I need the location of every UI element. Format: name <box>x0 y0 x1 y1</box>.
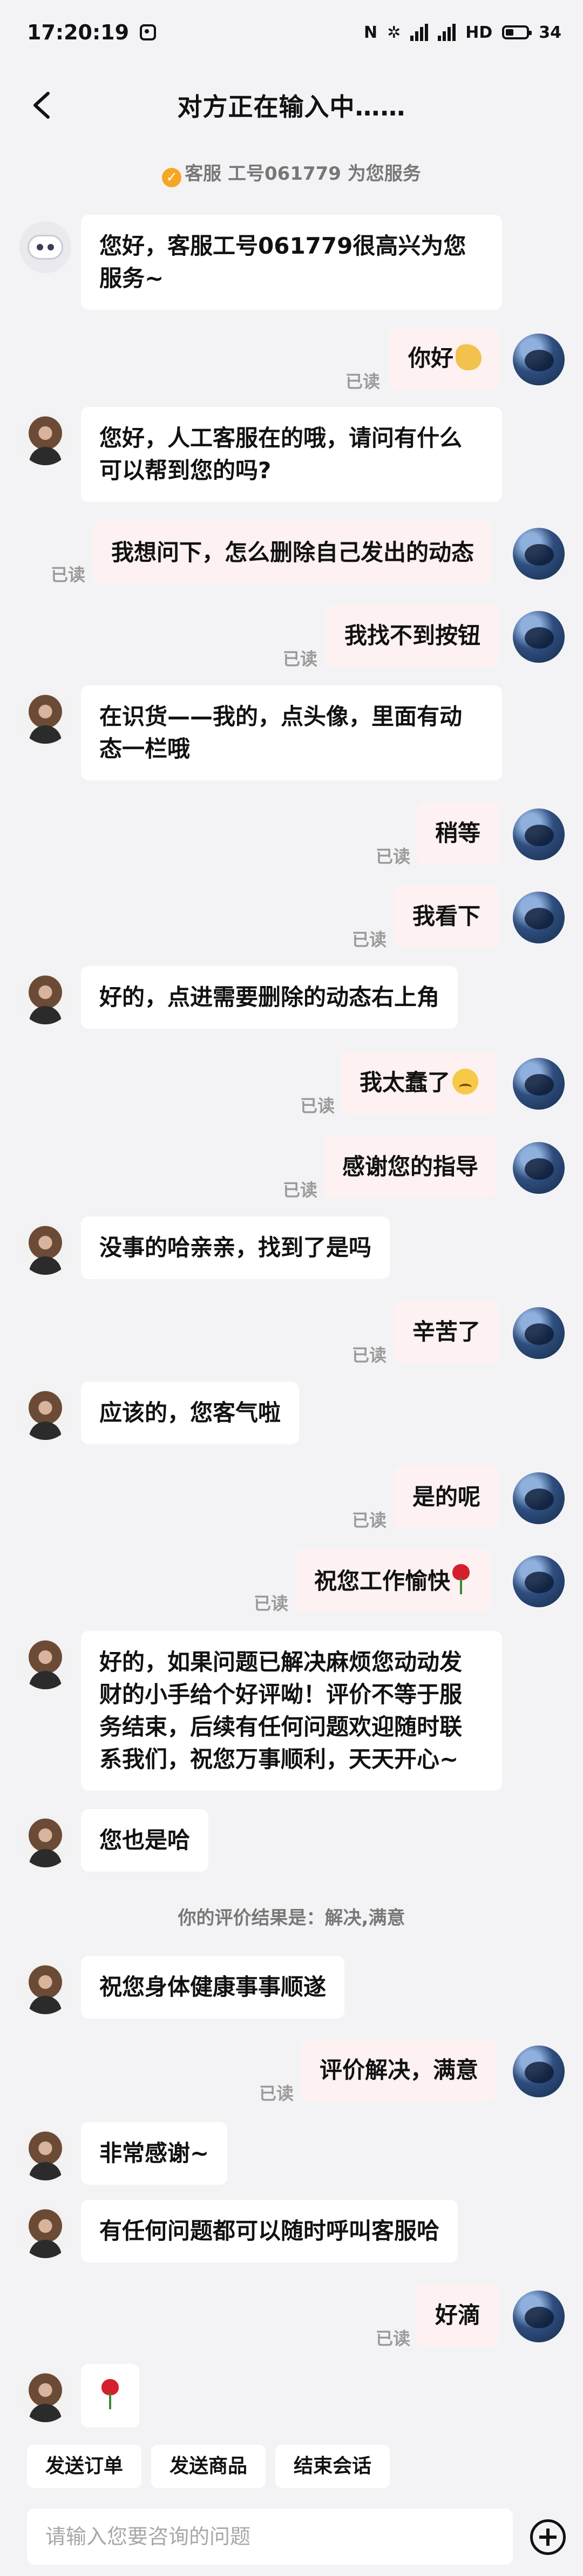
rose-emoji-icon <box>99 2379 121 2409</box>
read-status: 已读 <box>283 1180 318 1200</box>
evaluation-result: 你的评价结果是：解决,满意 <box>178 1907 405 1929</box>
check-icon: ✓ <box>162 168 182 187</box>
signal-icon <box>438 24 456 41</box>
read-status: 已读 <box>254 1593 289 1614</box>
user-avatar[interactable] <box>513 2045 565 2097</box>
user-avatar[interactable] <box>513 1472 565 1524</box>
read-status: 已读 <box>352 929 387 950</box>
nfc-icon: N <box>363 23 378 42</box>
read-status: 已读 <box>283 649 318 669</box>
read-status: 已读 <box>300 1096 335 1116</box>
chat-footer: 发送订单 发送商品 结束会话 <box>0 2429 583 2576</box>
user-avatar[interactable] <box>513 334 565 385</box>
message-bubble[interactable]: 是的呢 <box>394 1466 499 1528</box>
message-input[interactable] <box>27 2509 513 2565</box>
user-avatar[interactable] <box>513 892 565 943</box>
battery-level: 34 <box>539 23 561 42</box>
message-bubble[interactable]: 您好，客服工号061779很高兴为您服务~ <box>81 215 502 310</box>
message-bubble[interactable]: 你好 <box>390 327 500 390</box>
screen-recorder-icon <box>140 24 157 40</box>
sad-face-emoji-icon <box>452 1069 479 1095</box>
user-avatar[interactable] <box>513 1058 565 1110</box>
status-time: 17:20:19 <box>27 21 130 44</box>
message-bubble[interactable]: 好的，如果问题已解决麻烦您动动发财的小手给个好评呦！评价不等于服务结束，后续有任… <box>81 1631 502 1791</box>
message-bubble[interactable]: 我看下 <box>394 885 499 948</box>
message-bubble[interactable]: 辛苦了 <box>394 1301 499 1363</box>
read-status: 已读 <box>51 565 86 585</box>
message-bubble[interactable]: 您也是哈 <box>81 1809 209 1872</box>
read-status: 已读 <box>345 371 381 392</box>
agent-avatar[interactable] <box>19 1962 71 2014</box>
user-avatar[interactable] <box>513 1555 565 1607</box>
agent-avatar[interactable] <box>19 2129 71 2180</box>
bluetooth-icon: ✲ <box>387 23 401 42</box>
message-bubble[interactable]: 我想问下，怎么删除自己发出的动态 <box>93 521 493 584</box>
agent-avatar[interactable] <box>19 1388 71 1440</box>
read-status: 已读 <box>259 2083 294 2104</box>
message-bubble[interactable]: 感谢您的指导 <box>324 1136 497 1198</box>
end-session-button[interactable]: 结束会话 <box>275 2445 390 2488</box>
read-status: 已读 <box>352 1345 387 1365</box>
rose-emoji-icon <box>450 1564 472 1594</box>
agent-avatar[interactable] <box>19 2370 71 2422</box>
service-notice: ✓ 客服 工号061779 为您服务 <box>0 159 583 187</box>
user-avatar[interactable] <box>513 1142 565 1194</box>
message-bubble[interactable]: 在识货——我的，点头像，里面有动态一栏哦 <box>81 685 502 780</box>
agent-avatar[interactable] <box>19 1816 71 1867</box>
read-status: 已读 <box>376 846 411 867</box>
agent-avatar[interactable] <box>19 973 71 1024</box>
message-bubble[interactable]: 有任何问题都可以随时呼叫客服哈 <box>81 2200 458 2262</box>
message-bubble[interactable]: 应该的，您客气啦 <box>81 1382 300 1444</box>
handshake-emoji-icon <box>456 344 482 370</box>
user-avatar[interactable] <box>513 2290 565 2342</box>
agent-avatar[interactable] <box>19 1637 71 1689</box>
message-bubble[interactable] <box>81 2364 139 2428</box>
message-bubble[interactable]: 评价解决，满意 <box>301 2039 497 2102</box>
signal-icon <box>410 24 429 41</box>
send-product-button[interactable]: 发送商品 <box>151 2445 266 2488</box>
read-status: 已读 <box>352 1510 387 1531</box>
agent-avatar[interactable] <box>19 692 71 744</box>
chat-header: 对方正在输入中…… <box>0 65 583 146</box>
read-status: 已读 <box>376 2328 411 2349</box>
message-bubble[interactable]: 我找不到按钮 <box>326 604 499 667</box>
agent-avatar[interactable] <box>19 1223 71 1275</box>
message-bubble[interactable]: 我太蠢了 <box>341 1051 497 1114</box>
message-bubble[interactable]: 您好，人工客服在的哦，请问有什么可以帮到您的吗? <box>81 407 502 502</box>
message-bubble[interactable]: 非常感谢~ <box>81 2122 228 2185</box>
message-bubble[interactable]: 祝您工作愉快 <box>296 1549 491 1613</box>
plus-icon[interactable] <box>530 2519 566 2555</box>
battery-icon <box>502 25 532 39</box>
status-bar: 17:20:19 N ✲ HD 34 <box>0 0 583 65</box>
agent-avatar[interactable] <box>19 413 71 465</box>
page-title: 对方正在输入中…… <box>177 92 406 121</box>
chat-messages[interactable]: ✓ 客服 工号061779 为您服务 您好，客服工号061779很高兴为您服务~ … <box>0 146 583 2429</box>
send-order-button[interactable]: 发送订单 <box>27 2445 142 2488</box>
user-avatar[interactable] <box>513 808 565 860</box>
message-bubble[interactable]: 祝您身体健康事事顺遂 <box>81 1956 345 2018</box>
wifi-icon: HD <box>465 23 493 42</box>
chevron-left-icon <box>33 92 50 119</box>
message-bubble[interactable]: 好的，点进需要删除的动态右上角 <box>81 966 458 1029</box>
message-bubble[interactable]: 没事的哈亲亲，找到了是吗 <box>81 1216 390 1279</box>
user-avatar[interactable] <box>513 528 565 580</box>
user-avatar[interactable] <box>513 611 565 663</box>
message-bubble[interactable]: 稍等 <box>417 802 499 865</box>
user-avatar[interactable] <box>513 1307 565 1359</box>
agent-avatar[interactable] <box>19 2206 71 2258</box>
bot-avatar[interactable] <box>19 221 71 273</box>
back-button[interactable] <box>27 91 56 120</box>
message-bubble[interactable]: 好滴 <box>417 2284 499 2347</box>
